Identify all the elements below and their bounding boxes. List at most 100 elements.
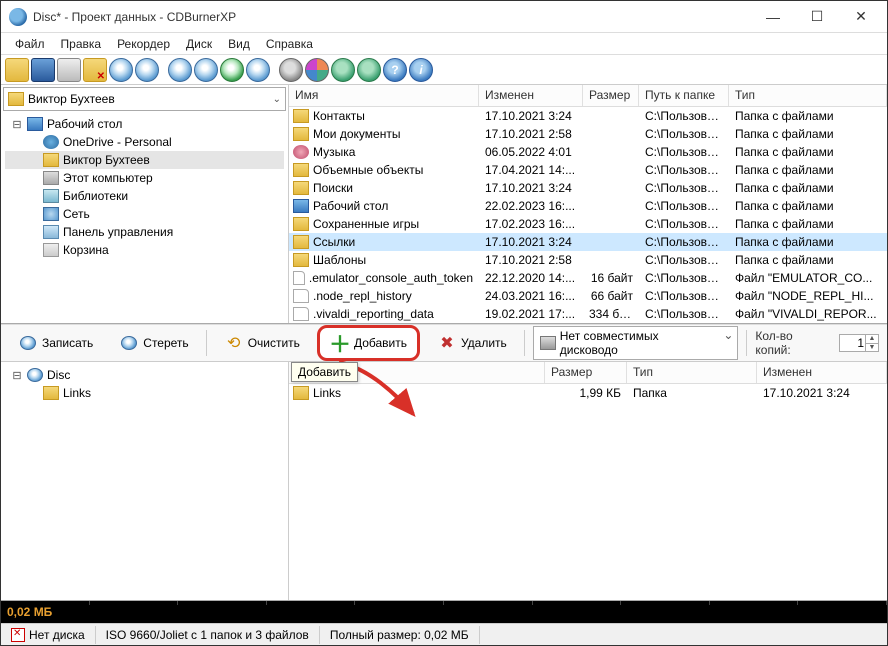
- menu-Вид[interactable]: Вид: [220, 35, 258, 53]
- status-bar: Нет диска ISO 9660/Joliet с 1 папок и 3 …: [1, 623, 887, 645]
- menu-Диск[interactable]: Диск: [178, 35, 220, 53]
- globe2-icon[interactable]: [357, 58, 381, 82]
- folder-icon: [293, 127, 309, 141]
- disc4-icon[interactable]: [194, 58, 218, 82]
- open-icon[interactable]: [5, 58, 29, 82]
- folder-icon: [293, 181, 309, 195]
- file-row[interactable]: Объемные объекты17.04.2021 14:...C:\Поль…: [289, 161, 887, 179]
- tree-item[interactable]: Links: [5, 384, 284, 402]
- folder-tree[interactable]: ⊟ Рабочий стол OneDrive - Personal Виктор Б…: [1, 113, 288, 323]
- globe1-icon[interactable]: [331, 58, 355, 82]
- print-icon[interactable]: [57, 58, 81, 82]
- file-list-header[interactable]: Имя Изменен Размер Путь к папке Тип: [289, 85, 887, 107]
- file-row[interactable]: Контакты17.10.2021 3:24C:\Пользова...Пап…: [289, 107, 887, 125]
- folder-icon: [293, 217, 309, 231]
- settings-icon[interactable]: [279, 58, 303, 82]
- tree-item[interactable]: Виктор Бухтеев: [5, 151, 284, 169]
- info-icon[interactable]: i: [409, 58, 433, 82]
- copies-value: 1: [857, 336, 864, 350]
- add-button[interactable]: ＋Добавить: [317, 325, 420, 361]
- folder-bl-icon: [293, 199, 309, 213]
- col-size[interactable]: Размер: [583, 85, 639, 106]
- file-row[interactable]: Поиски17.10.2021 3:24C:\Пользова...Папка…: [289, 179, 887, 197]
- file-icon: [293, 289, 309, 303]
- col-name[interactable]: Имя: [289, 85, 479, 106]
- file-list-pane: Имя Изменен Размер Путь к папке Тип Конт…: [289, 85, 887, 323]
- tree-label: Disc: [47, 368, 70, 382]
- tree-item[interactable]: OneDrive - Personal: [5, 133, 284, 151]
- separator: [524, 330, 525, 356]
- file-row[interactable]: .emulator_console_auth_token22.12.2020 1…: [289, 269, 887, 287]
- pcol-modified[interactable]: Изменен: [757, 362, 887, 383]
- erase-label: Стереть: [143, 336, 188, 350]
- file-row[interactable]: Музыка06.05.2022 4:01C:\Пользова...Папка…: [289, 143, 887, 161]
- cloud-icon: [43, 135, 59, 149]
- tree-item[interactable]: Библиотеки: [5, 187, 284, 205]
- disc3-icon[interactable]: [168, 58, 192, 82]
- file-row[interactable]: .vivaldi_reporting_data19.02.2021 17:...…: [289, 305, 887, 323]
- copies-spinner[interactable]: ▲▼: [865, 335, 878, 351]
- file-row[interactable]: Рабочий стол22.02.2023 16:...C:\Пользова…: [289, 197, 887, 215]
- add-tooltip: Добавить: [291, 362, 358, 382]
- tree-item[interactable]: ⊟ Disc: [5, 366, 284, 384]
- copies-input[interactable]: 1 ▲▼: [839, 334, 879, 352]
- disc-icon: [27, 368, 43, 382]
- close-button[interactable]: ✕: [839, 3, 883, 31]
- maximize-button[interactable]: ☐: [795, 3, 839, 31]
- disc2-icon[interactable]: [135, 58, 159, 82]
- col-modified[interactable]: Изменен: [479, 85, 583, 106]
- minimize-button[interactable]: —: [751, 3, 795, 31]
- disc-green-icon[interactable]: [220, 58, 244, 82]
- disc5-icon[interactable]: [246, 58, 270, 82]
- help-icon[interactable]: ?: [383, 58, 407, 82]
- burn-button[interactable]: Записать: [9, 329, 102, 357]
- pc-icon: [43, 171, 59, 185]
- file-row[interactable]: Ссылки17.10.2021 3:24C:\Пользова...Папка…: [289, 233, 887, 251]
- project-list-pane: Имя Размер Тип Изменен Links1,99 КБПапка…: [289, 362, 887, 600]
- file-row[interactable]: .node_repl_history24.03.2021 16:...66 ба…: [289, 287, 887, 305]
- project-tree[interactable]: ⊟ Disc Links: [1, 362, 289, 600]
- status-iso: ISO 9660/Joliet с 1 папок и 3 файлов: [96, 626, 320, 644]
- clear-button[interactable]: ⟲Очистить: [215, 329, 309, 357]
- delete-button[interactable]: ✖Удалить: [428, 329, 516, 357]
- drive-combo[interactable]: Нет совместимых дисководо: [533, 326, 739, 360]
- expand-icon[interactable]: ⊟: [11, 369, 23, 382]
- folder-icon: [43, 153, 59, 167]
- tree-label: OneDrive - Personal: [63, 135, 172, 149]
- tree-label: Рабочий стол: [47, 117, 122, 131]
- file-row[interactable]: Шаблоны17.10.2021 2:58C:\Пользова...Папк…: [289, 251, 887, 269]
- project-row[interactable]: Links1,99 КБПапка17.10.2021 3:24: [289, 384, 887, 402]
- col-type[interactable]: Тип: [729, 85, 887, 106]
- project-list-header[interactable]: Имя Размер Тип Изменен: [289, 362, 887, 384]
- erase-icon: [119, 333, 139, 353]
- file-row[interactable]: Мои документы17.10.2021 2:58C:\Пользова.…: [289, 125, 887, 143]
- tree-item[interactable]: Панель управления: [5, 223, 284, 241]
- folder-icon: [293, 163, 309, 177]
- tree-item[interactable]: Сеть: [5, 205, 284, 223]
- tree-item[interactable]: Корзина: [5, 241, 284, 259]
- tree-label: Виктор Бухтеев: [63, 153, 150, 167]
- disc-multi-icon[interactable]: [305, 58, 329, 82]
- file-row[interactable]: Сохраненные игры17.02.2023 16:...C:\Поль…: [289, 215, 887, 233]
- project-list[interactable]: Links1,99 КБПапка17.10.2021 3:24: [289, 384, 887, 402]
- menu-Файл[interactable]: Файл: [7, 35, 53, 53]
- folder-x-icon[interactable]: [83, 58, 107, 82]
- path-combo[interactable]: Виктор Бухтеев ⌄: [3, 87, 286, 111]
- erase-button[interactable]: Стереть: [110, 329, 197, 357]
- delete-label: Удалить: [461, 336, 507, 350]
- expand-icon[interactable]: ⊟: [11, 118, 23, 131]
- file-list[interactable]: Контакты17.10.2021 3:24C:\Пользова...Пап…: [289, 107, 887, 323]
- tree-item[interactable]: ⊟ Рабочий стол: [5, 115, 284, 133]
- col-path[interactable]: Путь к папке: [639, 85, 729, 106]
- tree-item[interactable]: Этот компьютер: [5, 169, 284, 187]
- net-icon: [43, 207, 59, 221]
- folder-icon: [293, 109, 309, 123]
- tree-label: Корзина: [63, 243, 109, 257]
- menu-Правка[interactable]: Правка: [53, 35, 110, 53]
- menu-Рекордер[interactable]: Рекордер: [109, 35, 178, 53]
- pcol-size[interactable]: Размер: [545, 362, 627, 383]
- menu-Справка[interactable]: Справка: [258, 35, 321, 53]
- pcol-type[interactable]: Тип: [627, 362, 757, 383]
- disc1-icon[interactable]: [109, 58, 133, 82]
- save-icon[interactable]: [31, 58, 55, 82]
